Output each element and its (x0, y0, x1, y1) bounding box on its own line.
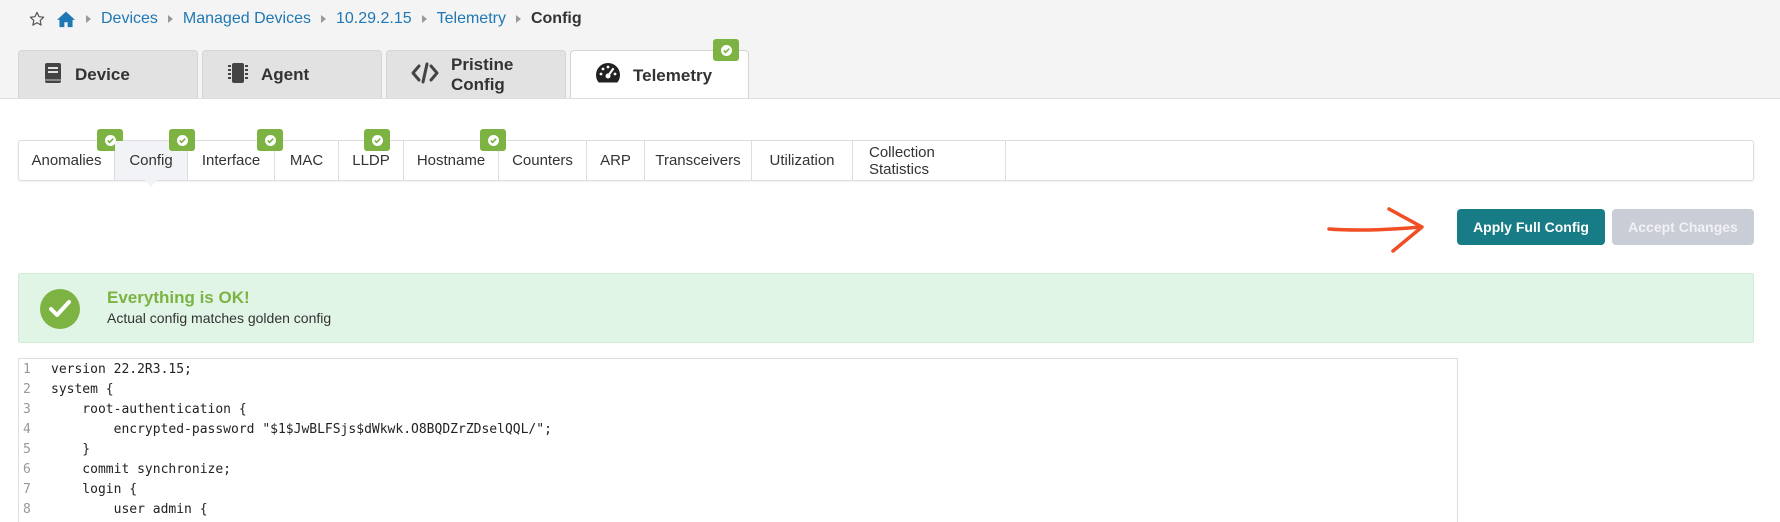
line-number: 1 (23, 361, 31, 377)
check-icon (371, 134, 383, 146)
subtab-counters[interactable]: Counters (499, 141, 587, 180)
breadcrumb-separator (86, 15, 91, 23)
line-number: 6 (23, 461, 31, 477)
tab-device[interactable]: Device (18, 50, 198, 99)
line-number: 8 (23, 501, 31, 517)
tab-telemetry[interactable]: Telemetry (570, 39, 749, 100)
subtab-label: Transceivers (655, 152, 741, 169)
status-badge (364, 129, 390, 151)
check-icon (104, 134, 116, 146)
check-icon (264, 134, 276, 146)
subtab-hostname[interactable]: Hostname (404, 129, 506, 180)
code-line: 4 encrypted-password "$1$JwBLFSjs$dWkwk.… (19, 419, 1457, 439)
tab-label: Pristine Config (451, 55, 514, 94)
subtab-label: Utilization (769, 152, 835, 169)
line-text: version 22.2R3.15; (51, 361, 192, 377)
tab-label: Device (75, 65, 130, 84)
line-text: encrypted-password "$1$JwBLFSjs$dWkwk.O8… (51, 421, 552, 437)
breadcrumb-separator (515, 15, 521, 23)
breadcrumb-separator (320, 15, 326, 23)
alert-title: Everything is OK! (107, 288, 250, 307)
tab-agent[interactable]: Agent (202, 50, 382, 99)
star-icon[interactable] (28, 10, 46, 28)
subtab-label: Hostname (416, 152, 486, 169)
chip-icon (227, 61, 249, 90)
code-line: 7 login { (19, 479, 1457, 499)
breadcrumb-managed-devices[interactable]: Managed Devices (183, 10, 311, 28)
config-code-viewer[interactable]: 1 version 22.2R3.15; 2 system { 3 root-aut… (18, 358, 1458, 522)
code-line: 1 version 22.2R3.15; (19, 359, 1457, 379)
code-line: 3 root-authentication { (19, 399, 1457, 419)
home-icon[interactable] (56, 9, 76, 29)
subtab-label: Config (129, 152, 173, 169)
breadcrumb: Devices Managed Devices 10.29.2.15 Telem… (28, 8, 582, 30)
code-line: 6 commit synchronize; (19, 459, 1457, 479)
subtab-anomalies[interactable]: Anomalies (19, 129, 123, 180)
subtab-label: Counters (512, 152, 573, 169)
line-number: 4 (23, 421, 31, 437)
subtab-label: LLDP (352, 152, 390, 169)
subtab-label: Anomalies (31, 152, 102, 169)
line-text: user admin { (51, 501, 208, 517)
check-icon (176, 134, 188, 146)
code-icon (411, 62, 439, 89)
subtab-mac[interactable]: MAC (275, 141, 339, 180)
apply-full-config-button[interactable]: Apply Full Config (1457, 209, 1605, 245)
line-number: 5 (23, 441, 31, 457)
tab-label: Agent (261, 65, 310, 84)
subtab-label: ARP (600, 152, 631, 169)
breadcrumb-devices[interactable]: Devices (101, 10, 158, 28)
check-icon (487, 134, 499, 146)
breadcrumb-current: Config (530, 10, 582, 27)
subtab-label: MAC (289, 152, 324, 169)
line-text: } (51, 441, 91, 457)
book-icon (43, 62, 63, 89)
subtab-collection-statistics[interactable]: Collection Statistics (853, 141, 1006, 180)
subtab-label: Interface (201, 152, 261, 169)
subtab-config[interactable]: Config (115, 129, 195, 187)
subtab-transceivers[interactable]: Transceivers (645, 141, 752, 180)
breadcrumb-device-ip[interactable]: 10.29.2.15 (336, 10, 412, 28)
breadcrumb-separator (167, 15, 173, 23)
subtab-arp[interactable]: ARP (587, 141, 645, 180)
line-text: root-authentication { (51, 401, 247, 417)
annotation-arrow-icon (1327, 207, 1424, 253)
line-text: system { (51, 381, 114, 397)
subtab-utilization[interactable]: Utilization (752, 141, 853, 180)
line-number: 7 (23, 481, 31, 497)
subtab-lldp[interactable]: LLDP (339, 129, 404, 180)
status-alert: Everything is OK! Actual config matches … (18, 273, 1754, 343)
line-number: 3 (23, 401, 31, 417)
code-line: 5 } (19, 439, 1457, 459)
status-badge (713, 39, 739, 61)
alert-message: Actual config matches golden config (107, 310, 332, 326)
check-icon (720, 44, 732, 56)
tab-pristine-config[interactable]: Pristine Config (386, 50, 566, 99)
code-line: 2 system { (19, 379, 1457, 399)
top-tabs: Device Agent Pristine Config Telemetry (18, 39, 749, 100)
check-circle-icon (40, 289, 80, 329)
subtab-interface[interactable]: Interface (188, 129, 283, 180)
gauge-icon (595, 62, 621, 89)
tab-label: Telemetry (633, 65, 713, 85)
subtab-label: Collection Statistics (869, 143, 935, 178)
breadcrumb-separator (421, 15, 427, 23)
accept-changes-button[interactable]: Accept Changes (1612, 209, 1754, 245)
line-text: commit synchronize; (51, 461, 232, 477)
line-number: 2 (23, 381, 31, 397)
line-text: login { (51, 481, 138, 497)
breadcrumb-telemetry[interactable]: Telemetry (437, 10, 506, 28)
telemetry-subtabs: Anomalies Config Interface MAC LLDP Host… (18, 129, 1754, 187)
code-line: 8 user admin { (19, 499, 1457, 519)
